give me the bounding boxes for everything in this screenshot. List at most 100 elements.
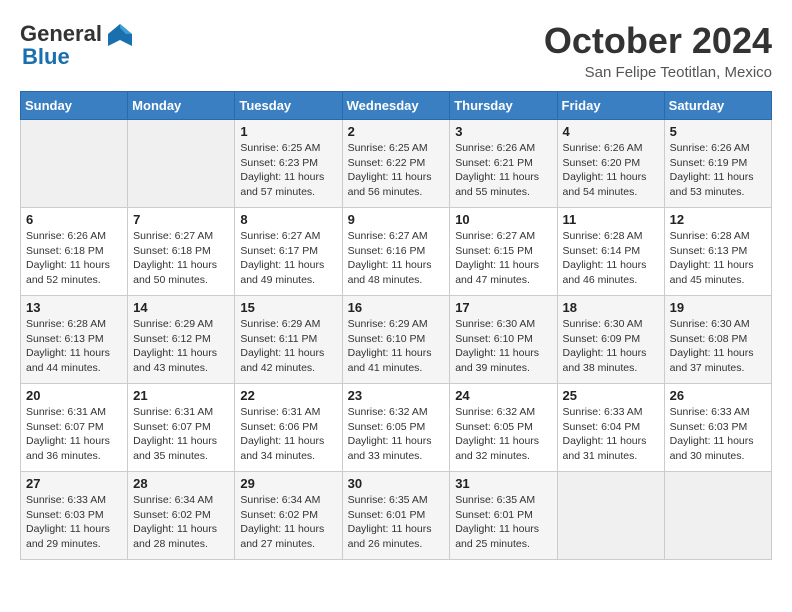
calendar-cell: 24 Sunrise: 6:32 AMSunset: 6:05 PMDayligh… <box>450 384 557 472</box>
day-info: Sunrise: 6:35 AMSunset: 6:01 PMDaylight:… <box>455 493 551 552</box>
day-info: Sunrise: 6:31 AMSunset: 6:07 PMDaylight:… <box>133 405 229 464</box>
day-info: Sunrise: 6:35 AMSunset: 6:01 PMDaylight:… <box>348 493 445 552</box>
day-info: Sunrise: 6:27 AMSunset: 6:16 PMDaylight:… <box>348 229 445 288</box>
day-info: Sunrise: 6:29 AMSunset: 6:11 PMDaylight:… <box>240 317 336 376</box>
calendar-cell: 8 Sunrise: 6:27 AMSunset: 6:17 PMDaylight… <box>235 208 342 296</box>
day-number: 29 <box>240 476 336 491</box>
day-number: 24 <box>455 388 551 403</box>
calendar-cell: 19 Sunrise: 6:30 AMSunset: 6:08 PMDayligh… <box>664 296 771 384</box>
calendar-cell: 15 Sunrise: 6:29 AMSunset: 6:11 PMDayligh… <box>235 296 342 384</box>
header-day-monday: Monday <box>128 92 235 120</box>
day-info: Sunrise: 6:28 AMSunset: 6:13 PMDaylight:… <box>26 317 122 376</box>
calendar-cell <box>128 120 235 208</box>
calendar-cell: 12 Sunrise: 6:28 AMSunset: 6:13 PMDayligh… <box>664 208 771 296</box>
calendar-table: SundayMondayTuesdayWednesdayThursdayFrid… <box>20 91 772 560</box>
day-info: Sunrise: 6:30 AMSunset: 6:10 PMDaylight:… <box>455 317 551 376</box>
day-info: Sunrise: 6:33 AMSunset: 6:04 PMDaylight:… <box>563 405 659 464</box>
day-info: Sunrise: 6:33 AMSunset: 6:03 PMDaylight:… <box>26 493 122 552</box>
calendar-week-4: 20 Sunrise: 6:31 AMSunset: 6:07 PMDayligh… <box>21 384 772 472</box>
calendar-cell <box>664 472 771 560</box>
day-number: 20 <box>26 388 122 403</box>
day-info: Sunrise: 6:28 AMSunset: 6:14 PMDaylight:… <box>563 229 659 288</box>
day-info: Sunrise: 6:27 AMSunset: 6:15 PMDaylight:… <box>455 229 551 288</box>
day-number: 28 <box>133 476 229 491</box>
header-day-wednesday: Wednesday <box>342 92 450 120</box>
day-info: Sunrise: 6:30 AMSunset: 6:09 PMDaylight:… <box>563 317 659 376</box>
day-info: Sunrise: 6:28 AMSunset: 6:13 PMDaylight:… <box>670 229 766 288</box>
header-day-thursday: Thursday <box>450 92 557 120</box>
day-number: 9 <box>348 212 445 227</box>
day-number: 5 <box>670 124 766 139</box>
title-block: October 2024 San Felipe Teotitlan, Mexic… <box>544 20 772 81</box>
calendar-week-2: 6Sunrise: 6:26 AMSunset: 6:18 PMDaylight… <box>21 208 772 296</box>
day-number: 13 <box>26 300 122 315</box>
day-info: Sunrise: 6:34 AMSunset: 6:02 PMDaylight:… <box>133 493 229 552</box>
day-info: Sunrise: 6:26 AMSunset: 6:20 PMDaylight:… <box>563 141 659 200</box>
day-number: 2 <box>348 124 445 139</box>
day-number: 23 <box>348 388 445 403</box>
day-number: 8 <box>240 212 336 227</box>
day-info: Sunrise: 6:26 AMSunset: 6:18 PMDaylight:… <box>26 229 122 288</box>
calendar-body: 1Sunrise: 6:25 AMSunset: 6:23 PMDaylight… <box>21 120 772 560</box>
calendar-cell: 21 Sunrise: 6:31 AMSunset: 6:07 PMDayligh… <box>128 384 235 472</box>
page-header: General Blue October 2024 San Felipe Teo… <box>20 20 772 81</box>
day-number: 15 <box>240 300 336 315</box>
day-number: 27 <box>26 476 122 491</box>
calendar-header: SundayMondayTuesdayWednesdayThursdayFrid… <box>21 92 772 120</box>
day-number: 21 <box>133 388 229 403</box>
calendar-cell: 13 Sunrise: 6:28 AMSunset: 6:13 PMDayligh… <box>21 296 128 384</box>
calendar-cell: 18 Sunrise: 6:30 AMSunset: 6:09 PMDayligh… <box>557 296 664 384</box>
calendar-cell: 5 Sunrise: 6:26 AMSunset: 6:19 PMDaylight… <box>664 120 771 208</box>
header-day-sunday: Sunday <box>21 92 128 120</box>
day-number: 16 <box>348 300 445 315</box>
day-number: 7 <box>133 212 229 227</box>
day-number: 19 <box>670 300 766 315</box>
calendar-cell: 14 Sunrise: 6:29 AMSunset: 6:12 PMDayligh… <box>128 296 235 384</box>
calendar-cell: 3 Sunrise: 6:26 AMSunset: 6:21 PMDaylight… <box>450 120 557 208</box>
day-number: 4 <box>563 124 659 139</box>
logo-blue-text: Blue <box>22 44 70 70</box>
calendar-week-3: 13 Sunrise: 6:28 AMSunset: 6:13 PMDayligh… <box>21 296 772 384</box>
day-number: 11 <box>563 212 659 227</box>
logo-icon <box>106 20 134 48</box>
day-info: Sunrise: 6:27 AMSunset: 6:18 PMDaylight:… <box>133 229 229 288</box>
day-number: 3 <box>455 124 551 139</box>
header-day-friday: Friday <box>557 92 664 120</box>
header-day-tuesday: Tuesday <box>235 92 342 120</box>
calendar-cell: 11 Sunrise: 6:28 AMSunset: 6:14 PMDayligh… <box>557 208 664 296</box>
day-number: 18 <box>563 300 659 315</box>
day-info: Sunrise: 6:27 AMSunset: 6:17 PMDaylight:… <box>240 229 336 288</box>
day-info: Sunrise: 6:26 AMSunset: 6:21 PMDaylight:… <box>455 141 551 200</box>
month-title: October 2024 <box>544 20 772 62</box>
day-number: 25 <box>563 388 659 403</box>
day-number: 22 <box>240 388 336 403</box>
calendar-week-5: 27 Sunrise: 6:33 AMSunset: 6:03 PMDayligh… <box>21 472 772 560</box>
day-number: 14 <box>133 300 229 315</box>
day-info: Sunrise: 6:29 AMSunset: 6:12 PMDaylight:… <box>133 317 229 376</box>
header-day-saturday: Saturday <box>664 92 771 120</box>
calendar-week-1: 1Sunrise: 6:25 AMSunset: 6:23 PMDaylight… <box>21 120 772 208</box>
day-info: Sunrise: 6:32 AMSunset: 6:05 PMDaylight:… <box>455 405 551 464</box>
day-info: Sunrise: 6:34 AMSunset: 6:02 PMDaylight:… <box>240 493 336 552</box>
calendar-cell <box>557 472 664 560</box>
day-info: Sunrise: 6:26 AMSunset: 6:19 PMDaylight:… <box>670 141 766 200</box>
calendar-cell: 1Sunrise: 6:25 AMSunset: 6:23 PMDaylight… <box>235 120 342 208</box>
day-info: Sunrise: 6:30 AMSunset: 6:08 PMDaylight:… <box>670 317 766 376</box>
day-info: Sunrise: 6:29 AMSunset: 6:10 PMDaylight:… <box>348 317 445 376</box>
day-number: 1 <box>240 124 336 139</box>
day-number: 26 <box>670 388 766 403</box>
calendar-cell <box>21 120 128 208</box>
day-number: 31 <box>455 476 551 491</box>
location: San Felipe Teotitlan, Mexico <box>544 64 772 81</box>
calendar-cell: 7 Sunrise: 6:27 AMSunset: 6:18 PMDaylight… <box>128 208 235 296</box>
calendar-cell: 6Sunrise: 6:26 AMSunset: 6:18 PMDaylight… <box>21 208 128 296</box>
calendar-cell: 25 Sunrise: 6:33 AMSunset: 6:04 PMDayligh… <box>557 384 664 472</box>
calendar-cell: 9 Sunrise: 6:27 AMSunset: 6:16 PMDaylight… <box>342 208 450 296</box>
calendar-cell: 17 Sunrise: 6:30 AMSunset: 6:10 PMDayligh… <box>450 296 557 384</box>
calendar-cell: 4 Sunrise: 6:26 AMSunset: 6:20 PMDaylight… <box>557 120 664 208</box>
day-number: 30 <box>348 476 445 491</box>
day-number: 17 <box>455 300 551 315</box>
day-info: Sunrise: 6:32 AMSunset: 6:05 PMDaylight:… <box>348 405 445 464</box>
calendar-cell: 20Sunrise: 6:31 AMSunset: 6:07 PMDayligh… <box>21 384 128 472</box>
day-number: 12 <box>670 212 766 227</box>
